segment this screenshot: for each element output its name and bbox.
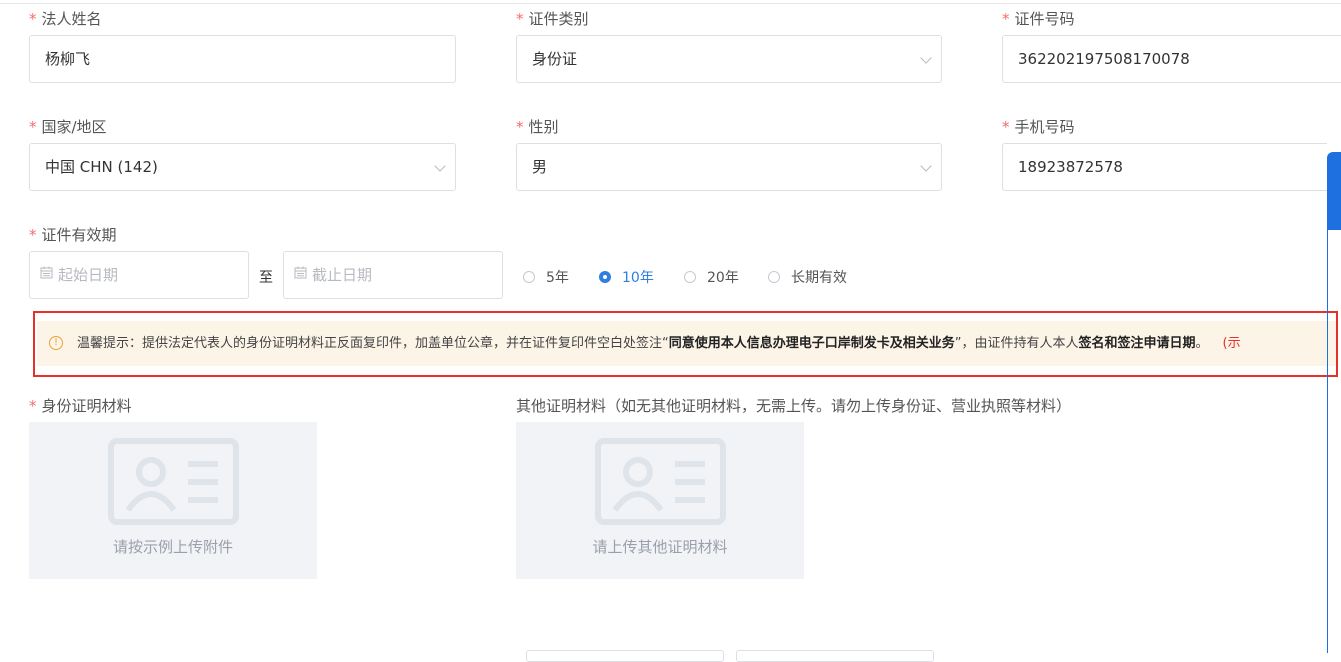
id-type-select[interactable]: 身份证 (516, 35, 942, 83)
id-material-upload[interactable]: 请按示例上传附件 (29, 422, 317, 579)
tip-highlight-box: ! 温馨提示：提供法定代表人的身份证明材料正反面复印件，加盖单位公章，并在证件复… (33, 311, 1338, 377)
upload-caption: 请按示例上传附件 (112, 538, 233, 556)
side-float-tab[interactable] (1327, 152, 1341, 230)
phone-label: * 手机号码 (1002, 118, 1075, 136)
radio-circle[interactable] (684, 271, 696, 283)
id-card-icon (108, 438, 239, 525)
top-divider (0, 3, 1341, 4)
other-material-upload[interactable]: 请上传其他证明材料 (516, 422, 804, 579)
end-date-input[interactable]: 截止日期 (283, 251, 503, 299)
bottom-button-left[interactable] (526, 650, 724, 662)
id-number-label: * 证件号码 (1002, 10, 1075, 28)
chevron-down-icon (434, 160, 446, 172)
gender-select[interactable]: 男 (516, 143, 942, 191)
radio-10-years[interactable]: 10年 (599, 267, 654, 287)
gender-label: * 性别 (516, 118, 559, 136)
legal-name-label: * 法人姓名 (29, 10, 102, 28)
chevron-down-icon (920, 160, 932, 172)
start-date-input[interactable]: 起始日期 (29, 251, 249, 299)
radio-circle[interactable] (523, 271, 535, 283)
calendar-icon (294, 252, 307, 297)
radio-circle[interactable] (768, 271, 780, 283)
validity-label: * 证件有效期 (29, 226, 117, 244)
tip-banner: ! 温馨提示：提供法定代表人的身份证明材料正反面复印件，加盖单位公章，并在证件复… (37, 321, 1336, 366)
date-separator: 至 (259, 270, 273, 286)
info-circle-icon: ! (49, 336, 63, 350)
radio-circle[interactable] (599, 271, 611, 283)
chevron-down-icon (920, 52, 932, 64)
tip-text: 温馨提示：提供法定代表人的身份证明材料正反面复印件，加盖单位公章，并在证件复印件… (77, 336, 1241, 351)
country-label: * 国家/地区 (29, 118, 107, 136)
bottom-button-right[interactable] (736, 650, 934, 662)
example-link[interactable]: (示 (1223, 336, 1241, 351)
side-panel-border (1327, 228, 1328, 653)
phone-input[interactable]: 18923872578 (1002, 143, 1327, 191)
calendar-icon (40, 252, 53, 297)
country-select[interactable]: 中国 CHN (142) (29, 143, 456, 191)
legal-name-input[interactable]: 杨柳飞 (29, 35, 456, 83)
id-card-icon (595, 438, 726, 525)
radio-long-term[interactable]: 长期有效 (768, 267, 847, 287)
id-material-label: * 身份证明材料 (29, 397, 132, 415)
other-material-label: 其他证明材料（如无其他证明材料，无需上传。请勿上传身份证、营业执照等材料） (516, 397, 1072, 415)
upload-caption: 请上传其他证明材料 (592, 538, 728, 556)
id-number-input[interactable]: 362202197508170078 (1002, 35, 1341, 83)
radio-20-years[interactable]: 20年 (684, 267, 739, 287)
id-type-label: * 证件类别 (516, 10, 589, 28)
radio-5-years[interactable]: 5年 (523, 267, 569, 287)
